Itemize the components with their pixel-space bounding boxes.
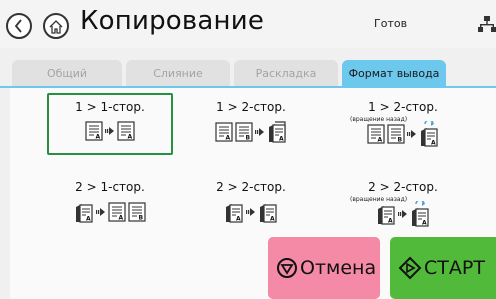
page-duplex-icon: A (226, 204, 243, 223)
start-label: СТАРТ (424, 257, 485, 279)
option-2-to-2-sided[interactable]: 2 > 2-стор. A A (188, 175, 314, 237)
option-icons: A A (85, 121, 135, 141)
page-single-icon: B (235, 122, 253, 142)
option-sublabel: (вращение назад) (350, 116, 408, 123)
arrow-icon (246, 208, 255, 216)
option-2-to-2-sided-rotate[interactable]: 2 > 2-стор. (вращение назад) A A (340, 175, 466, 237)
status-text: Готов (374, 17, 408, 30)
option-1-to-1-sided[interactable]: 1 > 1-стор. A A (47, 93, 173, 155)
page-single-icon: A (367, 124, 385, 144)
cancel-label: Отмена (300, 257, 377, 279)
home-icon (49, 19, 63, 34)
option-label: 1 > 2-стор. (368, 100, 438, 114)
svg-text:A: A (279, 136, 284, 143)
page-duplex-rotate-icon: A (421, 121, 438, 147)
page-duplex-icon: A (269, 121, 286, 143)
option-label: 2 > 2-стор. (368, 180, 438, 194)
option-icons: A B A (215, 121, 287, 143)
copy-screen: Копирование Готов Общий Слияние Раскладк… (0, 0, 496, 299)
tab-output-format[interactable]: Формат вывода (342, 60, 446, 86)
svg-text:A: A (270, 216, 275, 223)
start-button[interactable]: СТАРТ (390, 237, 496, 299)
page-duplex-rotate-icon: A (412, 201, 429, 227)
tab-bar: Общий Слияние Раскладка Формат вывода (10, 60, 496, 88)
tab-merge[interactable]: Слияние (126, 60, 230, 86)
svg-text:A: A (388, 218, 393, 225)
option-1-to-2-sided[interactable]: 1 > 2-стор. A B A (188, 95, 314, 157)
arrow-icon (398, 210, 407, 218)
header-bar: Копирование Готов (0, 0, 496, 48)
option-label: 1 > 2-стор. (216, 100, 286, 114)
page-single-icon: B (387, 124, 405, 144)
tab-general[interactable]: Общий (12, 60, 122, 86)
option-1-to-2-sided-rotate[interactable]: 1 > 2-стор. (вращение назад) A B A (340, 95, 466, 157)
network-icon (478, 16, 496, 32)
option-label: 2 > 2-стор. (216, 180, 286, 194)
back-arrow-icon (14, 19, 22, 33)
page-duplex-icon: A (260, 204, 277, 223)
option-label: 2 > 1-стор. (75, 180, 145, 194)
svg-text:A: A (226, 135, 231, 142)
page-single-icon: A (85, 121, 103, 141)
page-single-icon: A (108, 202, 126, 222)
arrow-icon (255, 128, 264, 136)
option-icons: A A B (74, 201, 146, 223)
option-sublabel: (вращение назад) (350, 196, 408, 203)
page-single-icon: A (215, 122, 233, 142)
svg-text:B: B (398, 137, 403, 144)
start-icon (398, 256, 422, 280)
option-2-to-1-sided[interactable]: 2 > 1-стор. A A B (47, 175, 173, 237)
page-title: Копирование (80, 6, 265, 36)
svg-text:B: B (139, 215, 144, 222)
arrow-icon (96, 208, 105, 216)
svg-text:B: B (246, 135, 251, 142)
option-icons: A B A (367, 121, 439, 147)
svg-text:A: A (431, 140, 436, 147)
svg-text:A: A (86, 216, 91, 223)
back-button[interactable] (6, 13, 32, 39)
arrow-icon (407, 130, 416, 138)
svg-text:A: A (236, 216, 241, 223)
svg-text:A: A (128, 134, 133, 141)
page-duplex-icon: A (378, 206, 395, 225)
option-icons: A A (376, 201, 430, 227)
cancel-button[interactable]: Отмена (268, 237, 380, 299)
option-icons: A A (224, 201, 278, 223)
page-duplex-icon: A (76, 204, 93, 223)
page-single-icon: A (117, 121, 135, 141)
svg-text:A: A (119, 215, 124, 222)
option-label: 1 > 1-стор. (75, 100, 145, 114)
home-button[interactable] (43, 13, 69, 39)
svg-text:A: A (422, 220, 427, 227)
arrow-icon (105, 127, 114, 135)
svg-text:A: A (96, 134, 101, 141)
stop-icon (276, 257, 298, 279)
page-single-icon: B (128, 202, 146, 222)
tab-layout[interactable]: Раскладка (234, 60, 338, 86)
svg-text:A: A (378, 137, 383, 144)
